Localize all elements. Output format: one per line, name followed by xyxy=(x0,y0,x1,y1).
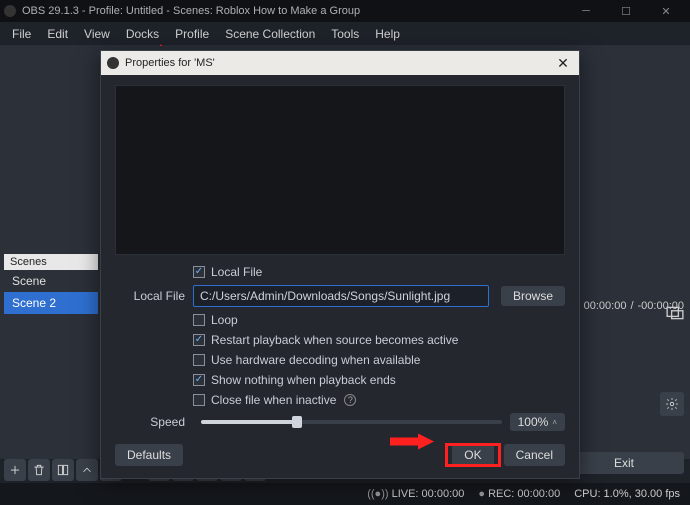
filter-icon xyxy=(56,463,70,477)
show-nothing-checkbox[interactable] xyxy=(193,374,205,386)
help-icon[interactable]: ? xyxy=(344,394,356,406)
menu-profile[interactable]: Profile xyxy=(167,24,217,44)
scene-item[interactable]: Scene xyxy=(4,270,98,292)
window-title: OBS 29.1.3 - Profile: Untitled - Scenes:… xyxy=(22,5,360,17)
status-cpu: CPU: 1.0%, 30.00 fps xyxy=(574,488,680,500)
add-scene-button[interactable] xyxy=(4,459,26,481)
ok-button[interactable]: OK xyxy=(452,444,493,466)
show-nothing-label: Show nothing when playback ends xyxy=(211,373,396,387)
obs-logo-icon xyxy=(4,5,16,17)
close-inactive-checkbox[interactable] xyxy=(193,394,205,406)
menu-help[interactable]: Help xyxy=(367,24,408,44)
window-titlebar: OBS 29.1.3 - Profile: Untitled - Scenes:… xyxy=(0,0,690,22)
cancel-button[interactable]: Cancel xyxy=(504,444,565,466)
scenes-panel: Scenes Scene Scene 2 xyxy=(4,254,98,314)
chevron-up-icon xyxy=(80,463,94,477)
loop-checkbox[interactable] xyxy=(193,314,205,326)
dialog-titlebar[interactable]: Properties for 'MS' ✕ xyxy=(101,51,579,75)
status-rec: ● REC: 00:00:00 xyxy=(478,488,560,500)
chevron-up-down-icon: ˄ xyxy=(552,418,557,427)
properties-dialog: Properties for 'MS' ✕ Local File Local F… xyxy=(100,50,580,479)
speed-value-spinbox[interactable]: 100% ˄ xyxy=(510,413,565,431)
speed-value: 100% xyxy=(518,415,549,429)
window-maximize-button[interactable]: ☐ xyxy=(606,0,646,22)
window-minimize-button[interactable]: ─ xyxy=(566,0,606,22)
gear-icon xyxy=(665,397,679,411)
scene-up-button[interactable] xyxy=(76,459,98,481)
dialog-close-button[interactable]: ✕ xyxy=(553,55,573,72)
delete-scene-button[interactable] xyxy=(28,459,50,481)
restart-playback-checkbox[interactable] xyxy=(193,334,205,346)
scene-item[interactable]: Scene 2 xyxy=(4,292,98,314)
local-file-checkbox-label: Local File xyxy=(211,265,262,279)
hardware-decoding-label: Use hardware decoding when available xyxy=(211,353,420,367)
scenes-header: Scenes xyxy=(4,254,98,270)
speed-slider[interactable] xyxy=(201,420,502,424)
hardware-decoding-checkbox[interactable] xyxy=(193,354,205,366)
menubar: File Edit View Docks Profile Scene Colle… xyxy=(0,22,690,46)
menu-tools[interactable]: Tools xyxy=(323,24,367,44)
plus-icon xyxy=(8,463,22,477)
trash-icon xyxy=(32,463,46,477)
status-bar: ((●)) LIVE: 00:00:00 ● REC: 00:00:00 CPU… xyxy=(0,483,690,505)
menu-scene-collection[interactable]: Scene Collection xyxy=(217,24,323,44)
local-file-checkbox[interactable] xyxy=(193,266,205,278)
popout-icon[interactable] xyxy=(666,305,684,321)
menu-view[interactable]: View xyxy=(76,24,118,44)
window-close-button[interactable]: ✕ xyxy=(646,0,686,22)
time-sep: / xyxy=(630,300,633,312)
scene-filters-button[interactable] xyxy=(52,459,74,481)
status-live: ((●)) LIVE: 00:00:00 xyxy=(367,488,464,500)
browse-button[interactable]: Browse xyxy=(501,286,565,306)
loop-label: Loop xyxy=(211,313,238,327)
scenes-list: Scene Scene 2 xyxy=(4,270,98,314)
menu-edit[interactable]: Edit xyxy=(39,24,76,44)
restart-playback-label: Restart playback when source becomes act… xyxy=(211,333,458,347)
settings-gear-button[interactable] xyxy=(660,392,684,416)
close-inactive-label: Close file when inactive xyxy=(211,393,336,407)
local-file-label: Local File xyxy=(115,289,193,303)
slider-thumb-icon[interactable] xyxy=(292,416,302,428)
dialog-title-text: Properties for 'MS' xyxy=(125,57,215,69)
defaults-button[interactable]: Defaults xyxy=(115,444,183,466)
menu-file[interactable]: File xyxy=(4,24,39,44)
local-file-path-input[interactable] xyxy=(193,285,489,307)
menu-docks[interactable]: Docks xyxy=(118,24,167,44)
speed-label: Speed xyxy=(115,415,193,429)
annotation-arrow-icon xyxy=(388,432,434,455)
obs-logo-icon xyxy=(107,57,119,69)
source-preview xyxy=(115,85,565,255)
time-current: 00:00:00 xyxy=(584,300,627,312)
